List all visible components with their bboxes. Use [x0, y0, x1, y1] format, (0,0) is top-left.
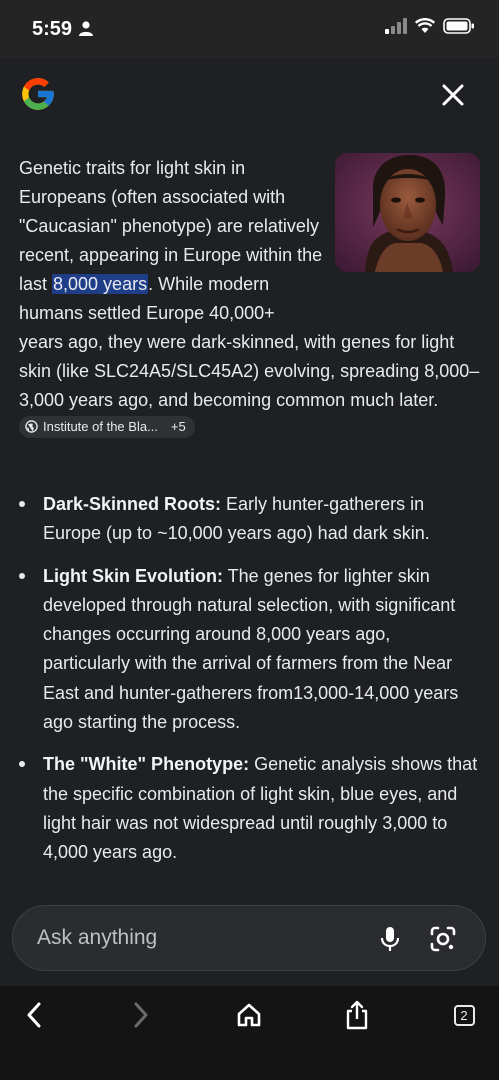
bullet-dot: [19, 761, 25, 768]
wifi-icon: [414, 18, 436, 39]
home-button[interactable]: [229, 998, 269, 1032]
source-chip[interactable]: Institute of the Bla... +5: [19, 415, 195, 438]
bullet-dot: [19, 572, 25, 579]
ai-answer-sheet: Genetic traits for light skin in Europea…: [0, 58, 499, 986]
bullet-title: The "White" Phenotype:: [43, 754, 250, 775]
bullet-dot: [19, 501, 25, 507]
source-chip-label: Institute of the Bla...: [43, 418, 158, 434]
bullet-title: Dark-Skinned Roots:: [43, 494, 222, 514]
answer-bullet-list: Dark-Skinned Roots: Early hunter-gathere…: [19, 490, 481, 881]
browser-nav-bar: 2: [0, 986, 499, 1080]
close-icon: [442, 84, 464, 106]
status-bar: 5:59: [0, 0, 499, 58]
status-time: 5:59: [32, 18, 73, 40]
tabs-button[interactable]: 2: [444, 998, 484, 1032]
close-button[interactable]: [438, 80, 468, 110]
microphone-icon: [380, 927, 400, 951]
bullet-title: Light Skin Evolution:: [43, 565, 223, 586]
list-item: Dark-Skinned Roots: Early hunter-gathere…: [19, 490, 481, 549]
tab-count-badge: 2: [453, 1004, 475, 1026]
share-icon: [346, 1000, 368, 1030]
microphone-button[interactable]: [379, 926, 401, 957]
back-arrow-icon: [27, 1002, 41, 1028]
ask-anything-input[interactable]: Ask anything: [12, 905, 486, 971]
battery-icon: [443, 18, 475, 39]
cellular-signal-icon: [385, 18, 407, 39]
bullet-text: The genes for lighter skin developed thr…: [43, 565, 459, 733]
google-g-logo: [19, 75, 57, 113]
person-icon: [79, 21, 93, 41]
google-lens-button[interactable]: [429, 925, 457, 958]
share-button[interactable]: [337, 998, 377, 1032]
home-icon: [237, 1003, 261, 1027]
back-button[interactable]: [14, 998, 54, 1032]
camera-lens-icon: [430, 926, 456, 952]
highlighted-text[interactable]: 8,000 years: [52, 274, 149, 294]
list-item: The "White" Phenotype: Genetic analysis …: [19, 750, 481, 867]
status-icons: [385, 18, 475, 39]
list-item: Light Skin Evolution: The genes for ligh…: [19, 562, 481, 738]
answer-summary-paragraph: Genetic traits for light skin in Europea…: [19, 154, 481, 444]
forward-arrow-icon: [134, 1002, 148, 1028]
forward-button[interactable]: [121, 998, 161, 1032]
source-chip-more: +5: [170, 418, 186, 434]
globe-icon: [25, 420, 38, 433]
ask-input-placeholder: Ask anything: [37, 926, 158, 949]
